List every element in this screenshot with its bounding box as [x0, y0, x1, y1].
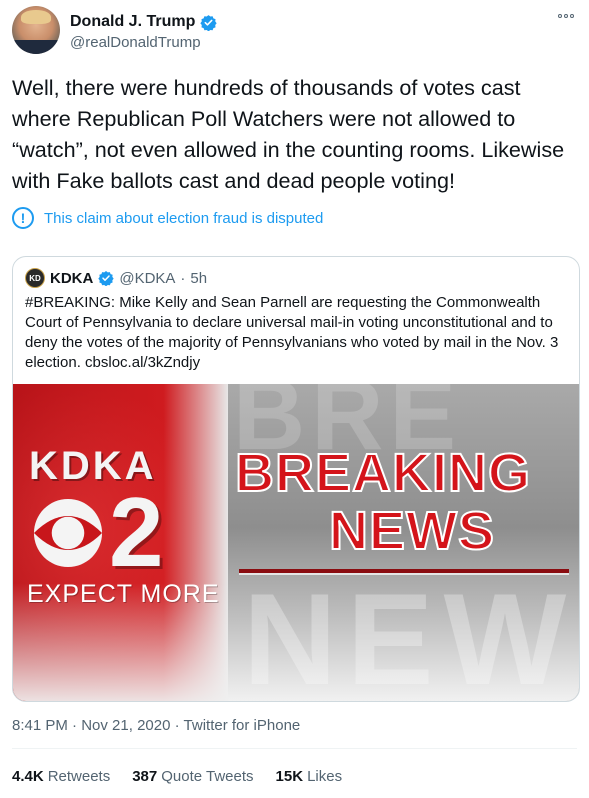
more-options-icon[interactable] [558, 14, 574, 18]
tweet-meta: 8:41 PM · Nov 21, 2020 · Twitter for iPh… [12, 717, 300, 734]
quote-tweets-count: 387 [132, 768, 158, 785]
separator-dot: · [72, 717, 78, 734]
banner-channel-number: 2 [109, 477, 164, 587]
tweet-date[interactable]: Nov 21, 2020 [81, 717, 170, 734]
likes-count: 15K [275, 768, 304, 785]
separator-dot: · [174, 717, 180, 734]
separator-dot: · [180, 269, 186, 287]
alert-circle-icon: ! [12, 207, 34, 229]
tweet-source[interactable]: Twitter for iPhone [184, 717, 301, 734]
quoted-author-handle: @KDKA [119, 269, 176, 287]
quoted-tweet-age: 5h [190, 269, 208, 287]
retweets-count: 4.4K [12, 768, 44, 785]
avatar-suit [12, 40, 60, 54]
retweets-stat[interactable]: 4.4K Retweets [12, 768, 110, 785]
disputed-notice[interactable]: ! This claim about election fraud is dis… [12, 207, 323, 229]
author-handle[interactable]: @realDonaldTrump [70, 34, 201, 51]
cbs-eye-logo-icon [33, 498, 103, 568]
quoted-tweet-text: #BREAKING: Mike Kelly and Sean Parnell a… [25, 294, 559, 371]
likes-label: Likes [307, 768, 343, 785]
tweet-header: Donald J. Trump @realDonaldTrump [12, 6, 582, 58]
meta-divider [12, 748, 577, 749]
quoted-author-name: KDKA [50, 269, 94, 287]
banner-headline-breaking: BREAKING [234, 442, 532, 504]
more-dot [564, 14, 568, 18]
banner-watermark-bottom: NEW [243, 566, 577, 702]
author-name[interactable]: Donald J. Trump [70, 13, 195, 31]
author-avatar[interactable] [12, 6, 60, 54]
more-dot [570, 14, 574, 18]
tweet-text: Well, there were hundreds of thousands o… [12, 75, 565, 193]
disputed-notice-label[interactable]: This claim about election fraud is dispu… [44, 210, 323, 227]
tweet-time[interactable]: 8:41 PM [12, 717, 68, 734]
quoted-tweet-card[interactable]: KD KDKA @KDKA · 5h #BREAKING: Mike Kelly… [12, 256, 580, 702]
likes-stat[interactable]: 15K Likes [276, 768, 343, 785]
banner-underline-highlight [239, 573, 569, 575]
author-name-row[interactable]: Donald J. Trump [70, 13, 217, 31]
avatar-hair [21, 10, 51, 24]
verified-badge-icon [200, 14, 217, 31]
quoted-author-avatar: KD [25, 268, 45, 288]
banner-tagline: EXPECT MORE [27, 580, 220, 608]
banner-headline-news: NEWS [328, 500, 495, 562]
verified-badge-icon [98, 271, 115, 286]
quote-tweets-stat[interactable]: 387 Quote Tweets [132, 768, 253, 785]
quoted-tweet-image[interactable]: BRE NEW KDKA 2 EXPECT MORE BREAKING NEWS [13, 384, 579, 702]
quote-tweets-label: Quote Tweets [161, 768, 254, 785]
quoted-tweet-header: KD KDKA @KDKA · 5h [25, 268, 207, 288]
more-dot [558, 14, 562, 18]
tweet-stats: 4.4K Retweets 387 Quote Tweets 15K Likes [12, 768, 342, 785]
retweets-label: Retweets [47, 768, 111, 785]
